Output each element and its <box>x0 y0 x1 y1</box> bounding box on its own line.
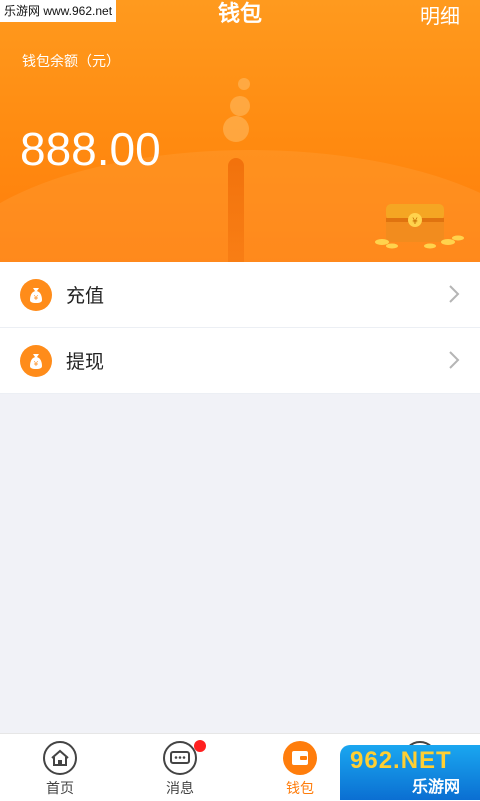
message-icon <box>163 741 197 775</box>
details-link[interactable]: 明细 <box>420 2 460 30</box>
tab-home[interactable]: 首页 <box>0 734 120 801</box>
balance-label: 钱包余额（元） <box>22 54 120 70</box>
wallet-menu: ¥ 充值 ¥ 提现 <box>0 262 480 394</box>
logo-primary: 962.NET <box>350 747 452 774</box>
tab-messages[interactable]: 消息 <box>120 734 240 801</box>
menu-item-label: 提现 <box>66 351 105 373</box>
notification-badge <box>194 740 206 752</box>
decor-bubble <box>238 78 250 90</box>
chevron-right-icon <box>449 351 460 369</box>
recharge-item[interactable]: ¥ 充值 <box>0 262 480 328</box>
decor-bubble <box>230 96 250 116</box>
menu-item-label: 充值 <box>66 285 105 307</box>
page-title: 钱包 <box>217 2 262 27</box>
yuan-bag-icon: ¥ <box>20 344 52 377</box>
wallet-header: 乐游网 www.962.net 钱包 明细 钱包余额（元） 888.00 ¥ <box>0 0 480 262</box>
svg-text:¥: ¥ <box>412 217 418 227</box>
decor-bubble <box>223 116 249 142</box>
svg-text:¥: ¥ <box>34 360 39 368</box>
logo-secondary: 乐游网 <box>412 777 461 796</box>
svg-text:¥: ¥ <box>34 294 39 302</box>
home-icon <box>43 741 77 775</box>
site-logo: 962.NET 乐游网 <box>340 745 480 800</box>
treasure-chest-icon: ¥ <box>375 204 464 249</box>
tab-label: 消息 <box>166 781 194 797</box>
money-bag-icon: ¥ <box>20 278 52 311</box>
withdraw-item[interactable]: ¥ 提现 <box>0 328 480 394</box>
chevron-right-icon <box>449 285 460 303</box>
tab-label: 首页 <box>46 781 74 797</box>
light-beam <box>228 158 244 262</box>
balance-amount: 888.00 <box>20 123 161 175</box>
wallet-icon <box>283 741 317 775</box>
